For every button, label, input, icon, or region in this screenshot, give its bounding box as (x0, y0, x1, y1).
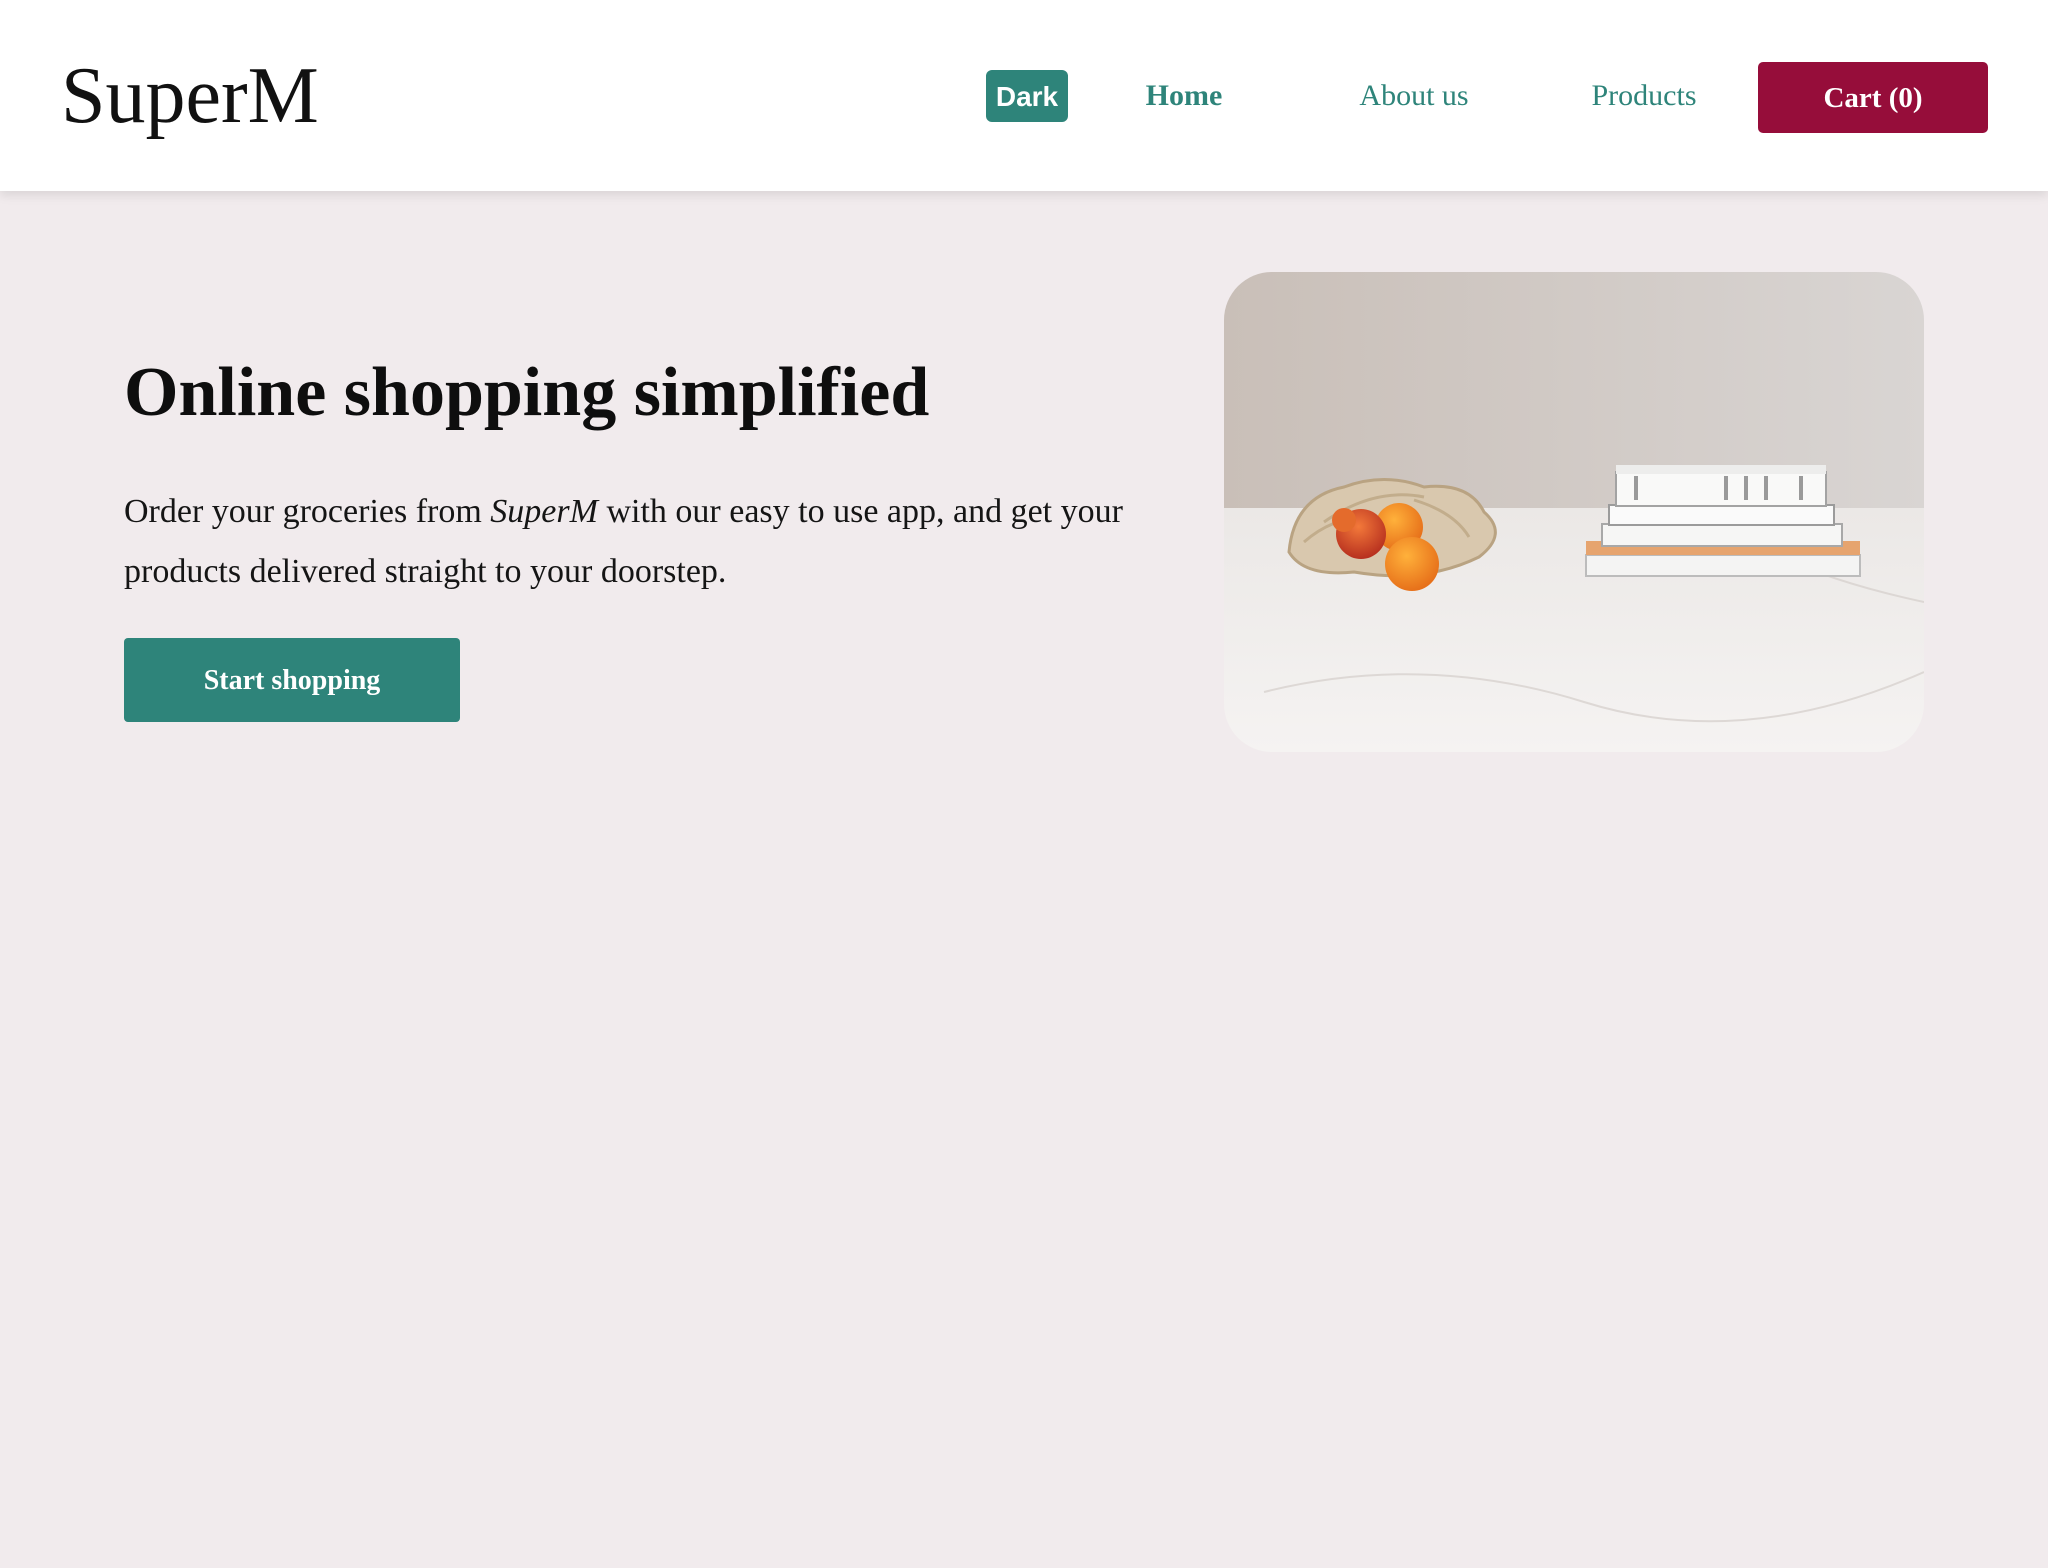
cart-button[interactable]: Cart (0) (1758, 62, 1988, 133)
start-shopping-button[interactable]: Start shopping (124, 638, 460, 722)
nav-link-home[interactable]: Home (1132, 70, 1236, 122)
navbar: SuperM Dark Home About us Products Cart … (0, 0, 2048, 191)
hero-image (1224, 272, 1924, 752)
hero-description-brand: SuperM (490, 493, 598, 530)
hero-description: Order your groceries from SuperM with ou… (124, 482, 1204, 602)
hero-description-start: Order your groceries from (124, 493, 491, 530)
nav-link-products[interactable]: Products (1576, 70, 1712, 122)
nav-link-about-us[interactable]: About us (1339, 70, 1489, 122)
dark-mode-toggle-button[interactable]: Dark (986, 70, 1068, 122)
brand-logo[interactable]: SuperM (61, 50, 319, 142)
hero-title: Online shopping simplified (124, 354, 930, 431)
